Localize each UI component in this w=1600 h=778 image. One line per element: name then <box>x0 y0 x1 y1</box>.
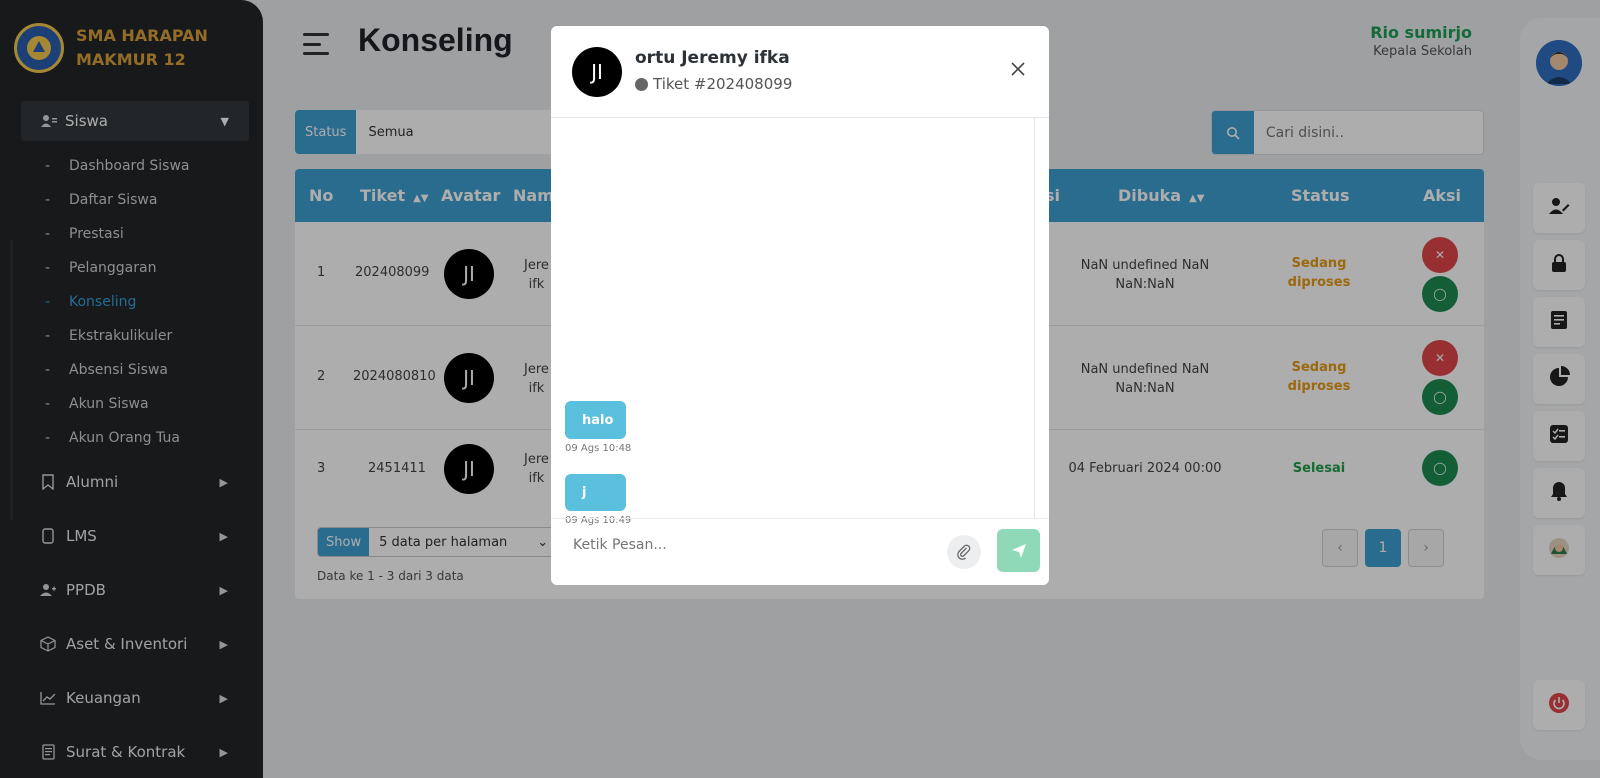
message-input[interactable] <box>573 537 933 553</box>
chat-scrollbar[interactable] <box>1034 118 1035 518</box>
send-button[interactable] <box>997 529 1040 572</box>
chat-modal: JI ortu Jeremy ifka Tiket #202408099 hal… <box>551 26 1049 585</box>
avatar: JI <box>572 47 622 97</box>
chat-contact-name: ortu Jeremy ifka <box>635 48 790 68</box>
status-dot-icon <box>635 77 648 91</box>
message-time: 09 Ags 10:48 <box>565 443 632 454</box>
chat-ticket-number: Tiket #202408099 <box>635 75 792 93</box>
attach-button[interactable] <box>947 535 981 569</box>
chat-messages: halo 09 Ags 10:48 j 09 Ags 10:49 <box>551 118 1035 526</box>
message-bubble: j <box>565 474 626 511</box>
send-icon <box>1011 543 1026 558</box>
chat-composer <box>551 518 1049 585</box>
message-bubble: halo <box>565 401 626 439</box>
close-icon <box>1011 62 1025 76</box>
close-button[interactable] <box>1009 60 1027 78</box>
chat-modal-header: JI ortu Jeremy ifka Tiket #202408099 <box>551 26 1049 118</box>
paperclip-icon <box>957 544 971 560</box>
